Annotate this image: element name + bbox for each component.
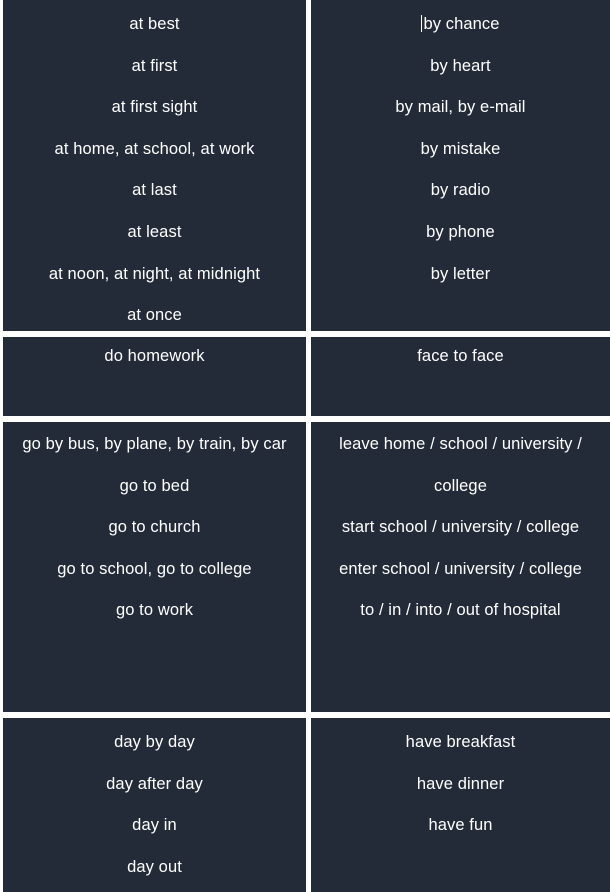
cell-have-phrases[interactable]: have breakfast have dinner have fun xyxy=(311,718,610,892)
phrase-line: at best xyxy=(129,15,180,33)
phrase-line: face to face xyxy=(417,347,504,365)
phrase-line: go to work xyxy=(115,601,194,620)
phrase-text: by chance xyxy=(423,15,500,33)
phrase-line: by radio xyxy=(430,181,491,200)
phrase-line: enter school / university / college xyxy=(339,559,582,578)
phrase-line: to / in / into / out of hospital xyxy=(360,601,561,620)
cell-day-phrases[interactable]: day by day day after day day in day out xyxy=(3,718,306,892)
phrase-line: have dinner xyxy=(416,774,505,793)
phrase-line: have fun xyxy=(428,816,493,835)
phrase-line: go to school, go to college xyxy=(57,559,252,578)
phrase-line: by phone xyxy=(426,222,495,241)
phrase-line: day by day xyxy=(114,733,195,751)
phrase-line: by letter xyxy=(430,264,491,283)
phrase-line: day in xyxy=(132,816,177,835)
phrase-line: at last xyxy=(132,181,177,200)
phrase-line: at first sight xyxy=(111,98,198,117)
phrase-grid: at best at first at first sight at home,… xyxy=(0,0,610,892)
phrase-line: at once xyxy=(127,306,182,325)
grid-row-1: at best at first at first sight at home,… xyxy=(0,0,610,333)
cell-face-phrases[interactable]: face to face xyxy=(311,337,610,416)
grid-row-4: day by day day after day day in day out … xyxy=(0,718,610,892)
cell-school-phrases[interactable]: leave home / school / university / colle… xyxy=(311,422,610,712)
phrase-line: start school / university / college xyxy=(341,518,580,537)
phrase-line: at first xyxy=(131,56,178,75)
cell-at-phrases[interactable]: at best at first at first sight at home,… xyxy=(3,0,306,331)
phrase-line: leave home / school / university / colle… xyxy=(339,435,582,495)
grid-row-2: do homework face to face xyxy=(0,337,610,418)
grid-row-3: go by bus, by plane, by train, by car go… xyxy=(0,422,610,714)
phrase-line: go by bus, by plane, by train, by car xyxy=(22,435,287,453)
phrase-line: by heart xyxy=(430,56,491,75)
cell-by-phrases[interactable]: by chance by heart by mail, by e-mail by… xyxy=(311,0,610,331)
phrase-line: go to church xyxy=(108,518,201,537)
phrase-line: by mistake xyxy=(420,139,501,158)
phrase-line: at home, at school, at work xyxy=(54,139,255,158)
phrase-line: have breakfast xyxy=(405,733,516,751)
cell-do-phrases[interactable]: do homework xyxy=(3,337,306,416)
phrase-line: day after day xyxy=(106,774,203,793)
phrase-line: at noon, at night, at midnight xyxy=(48,264,261,283)
phrase-line: go to bed xyxy=(119,476,190,495)
phrase-line: day out xyxy=(127,857,182,876)
cell-go-phrases[interactable]: go by bus, by plane, by train, by car go… xyxy=(3,422,306,712)
phrase-line: by mail, by e-mail xyxy=(395,98,526,117)
phrase-line: at least xyxy=(127,222,182,241)
phrase-line: do homework xyxy=(104,347,205,365)
phrase-line-with-caret: by chance xyxy=(311,4,610,46)
